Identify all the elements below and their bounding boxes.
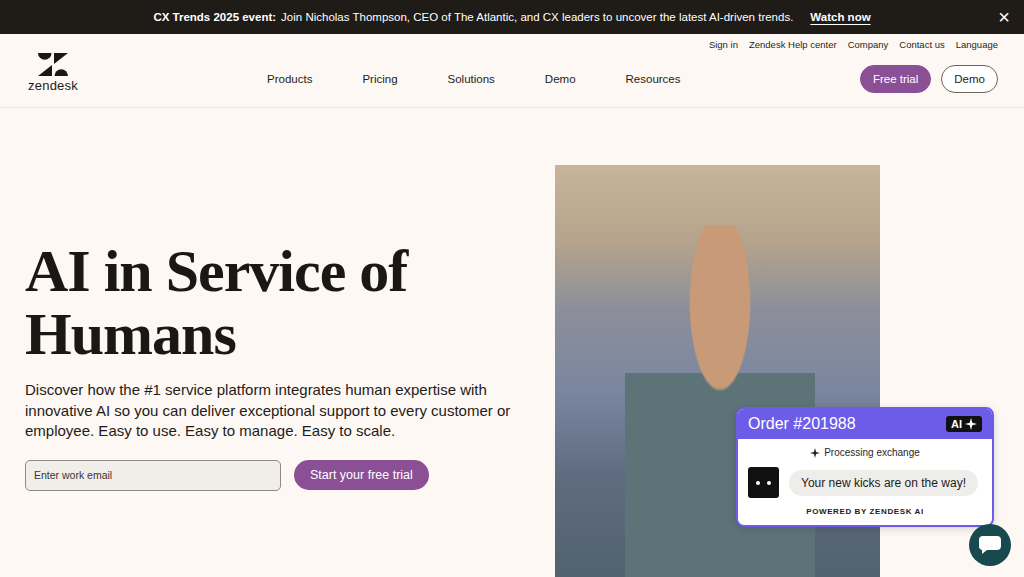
ai-badge-label: AI	[951, 418, 962, 430]
nav-item[interactable]: Resources	[626, 73, 681, 85]
bot-avatar-icon	[748, 467, 779, 498]
start-trial-button[interactable]: Start your free trial	[294, 460, 429, 490]
avatar-eye	[767, 481, 771, 485]
logo-wordmark: zendesk	[28, 78, 78, 93]
utility-nav: Sign in Zendesk Help center Company Contact…	[0, 34, 1024, 50]
chat-message: Your new kicks are on the way!	[789, 470, 978, 496]
card-header: Order #201988 AI	[738, 409, 992, 439]
site-header: Sign in Zendesk Help center Company Contact…	[0, 34, 1024, 108]
email-input[interactable]	[25, 460, 281, 491]
chat-launcher-button[interactable]	[969, 524, 1011, 566]
powered-by-label: POWERED BY ZENDESK AI	[738, 498, 992, 525]
order-title: Order #201988	[748, 415, 856, 433]
status-text: Processing exchange	[824, 447, 920, 458]
nav-item[interactable]: Pricing	[362, 73, 397, 85]
utility-link[interactable]: Language	[956, 39, 998, 50]
utility-link[interactable]: Zendesk Help center	[749, 39, 837, 50]
free-trial-button[interactable]: Free trial	[860, 65, 931, 93]
watch-now-link[interactable]: Watch now	[810, 11, 870, 23]
utility-link[interactable]: Sign in	[709, 39, 738, 50]
zendesk-logo[interactable]: zendesk	[25, 53, 81, 93]
primary-nav: Products Pricing Solutions Demo Resources	[267, 73, 681, 85]
chat-bubble-icon	[979, 536, 1001, 554]
header-buttons: Free trial Demo	[860, 65, 998, 93]
announcement-banner: CX Trends 2025 event: Join Nicholas Thomp…	[0, 0, 1024, 34]
nav-item[interactable]: Solutions	[448, 73, 495, 85]
nav-item[interactable]: Demo	[545, 73, 576, 85]
sparkle-icon	[810, 448, 820, 458]
nav-item[interactable]: Products	[267, 73, 312, 85]
demo-button[interactable]: Demo	[941, 65, 998, 93]
order-chat-card: Order #201988 AI Processing exchange Your n…	[736, 407, 994, 527]
banner-title: CX Trends 2025 event:	[153, 11, 276, 23]
processing-status: Processing exchange	[738, 447, 992, 458]
banner-text: Join Nicholas Thompson, CEO of The Atlan…	[281, 11, 793, 23]
utility-link[interactable]: Contact us	[899, 39, 944, 50]
hero-section: AI in Service of Humans Discover how the …	[0, 108, 1024, 577]
hero-title: AI in Service of Humans	[25, 240, 495, 366]
close-banner-button[interactable]: ×	[998, 7, 1010, 27]
hero-text: AI in Service of Humans Discover how the …	[0, 108, 530, 577]
avatar-eye	[756, 481, 760, 485]
ai-badge: AI	[946, 416, 982, 432]
hero-photo: Order #201988AIProcessing exchangeYour n…	[555, 165, 880, 577]
hero-subtitle: Discover how the #1 service platform int…	[25, 380, 525, 442]
zendesk-mark-icon	[38, 53, 68, 76]
utility-link[interactable]: Company	[848, 39, 889, 50]
chat-message-row: Your new kicks are on the way!	[738, 458, 992, 498]
signup-form: Start your free trial	[25, 460, 530, 491]
main-nav-row: zendesk Products Pricing Solutions Demo Resou…	[0, 50, 1024, 107]
sparkle-icon	[965, 418, 977, 430]
